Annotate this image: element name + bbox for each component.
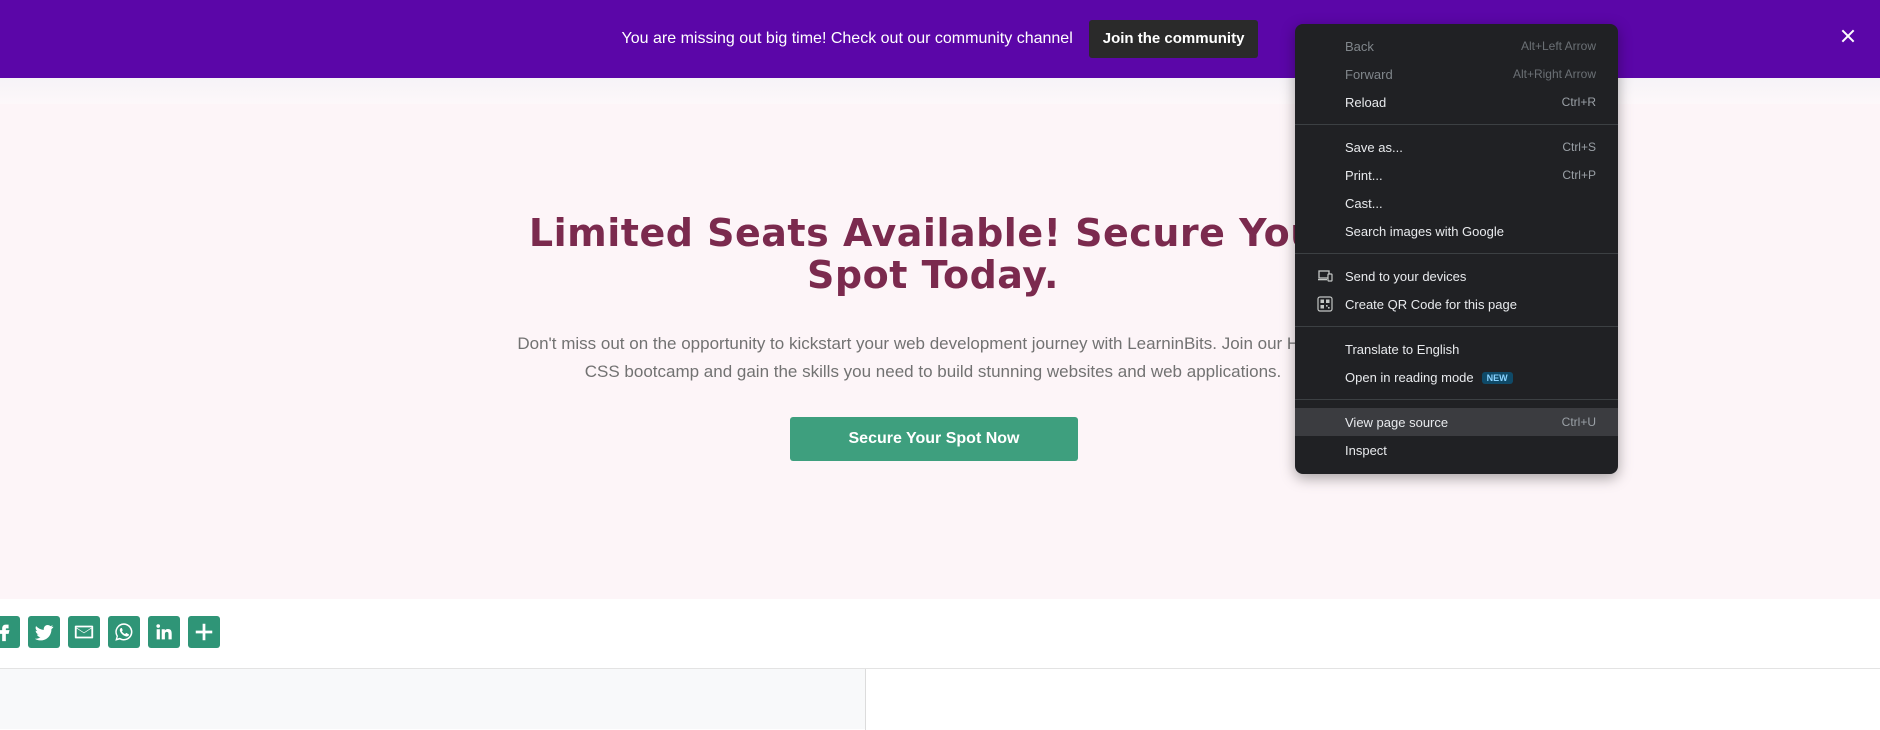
menu-item-shortcut: Ctrl+R [1561, 95, 1596, 109]
menu-item-label: Open in reading mode NEW [1345, 370, 1596, 385]
menu-item-label: Search images with Google [1345, 223, 1504, 239]
content-area [0, 668, 1880, 730]
close-icon[interactable] [1838, 26, 1858, 46]
banner-text: You are missing out big time! Check out … [621, 30, 1073, 47]
menu-item-label: Back [1345, 38, 1374, 54]
menu-separator [1295, 253, 1618, 254]
hero-description: Don't miss out on the opportunity to kic… [500, 330, 1366, 386]
plus-icon[interactable] [188, 616, 220, 648]
twitter-icon[interactable] [28, 616, 60, 648]
menu-separator [1295, 124, 1618, 125]
context-menu: Back Alt+Left Arrow Forward Alt+Right Ar… [1295, 24, 1618, 474]
facebook-icon[interactable] [0, 616, 20, 648]
hero-description-line-2: CSS bootcamp and gain the skills you nee… [584, 362, 1282, 381]
menu-item-shortcut: Alt+Right Arrow [1512, 67, 1596, 81]
menu-item-label: Create QR Code for this page [1345, 296, 1517, 312]
menu-item-back[interactable]: Back Alt+Left Arrow [1295, 32, 1618, 60]
menu-item-shortcut: Ctrl+U [1561, 415, 1596, 429]
menu-item-send-to-devices[interactable]: Send to your devices [1295, 262, 1618, 290]
qr-code-icon [1317, 296, 1333, 312]
menu-separator [1295, 399, 1618, 400]
menu-item-inspect[interactable]: Inspect [1295, 436, 1618, 464]
menu-item-label: View page source [1345, 414, 1449, 430]
menu-item-label: Translate to English [1345, 341, 1460, 357]
share-bar [0, 616, 228, 648]
secure-spot-button[interactable]: Secure Your Spot Now [790, 417, 1078, 461]
new-badge: NEW [1481, 372, 1513, 385]
menu-item-print[interactable]: Print... Ctrl+P [1295, 161, 1618, 189]
menu-item-shortcut: Ctrl+P [1562, 168, 1596, 182]
menu-item-label: Save as... [1345, 139, 1403, 155]
menu-item-cast[interactable]: Cast... [1295, 189, 1618, 217]
menu-separator [1295, 326, 1618, 327]
devices-icon [1318, 270, 1333, 282]
menu-item-label: Forward [1345, 66, 1393, 82]
menu-item-create-qr[interactable]: Create QR Code for this page [1295, 290, 1618, 318]
hero-description-line-1: Don't miss out on the opportunity to kic… [517, 334, 1349, 353]
menu-item-label: Print... [1345, 167, 1383, 183]
menu-item-view-source[interactable]: View page source Ctrl+U [1295, 408, 1618, 436]
menu-item-label: Send to your devices [1345, 268, 1467, 284]
menu-item-forward[interactable]: Forward Alt+Right Arrow [1295, 60, 1618, 88]
menu-item-label: Cast... [1345, 195, 1383, 211]
menu-item-label: Inspect [1345, 442, 1387, 458]
email-icon[interactable] [68, 616, 100, 648]
menu-item-translate[interactable]: Translate to English [1295, 335, 1618, 363]
reading-mode-label: Open in reading mode [1345, 369, 1474, 385]
menu-item-shortcut: Ctrl+S [1562, 140, 1596, 154]
menu-item-reading-mode[interactable]: Open in reading mode NEW [1295, 363, 1618, 391]
whatsapp-icon[interactable] [108, 616, 140, 648]
join-community-button[interactable]: Join the community [1088, 20, 1259, 58]
linkedin-icon[interactable] [148, 616, 180, 648]
menu-item-save-as[interactable]: Save as... Ctrl+S [1295, 133, 1618, 161]
menu-item-label: Reload [1345, 94, 1387, 110]
hero-title: Limited Seats Available! Secure Your Spo… [528, 211, 1338, 297]
menu-item-reload[interactable]: Reload Ctrl+R [1295, 88, 1618, 116]
right-column [866, 669, 1880, 730]
menu-item-search-images[interactable]: Search images with Google [1295, 217, 1618, 245]
menu-item-shortcut: Alt+Left Arrow [1520, 39, 1596, 53]
